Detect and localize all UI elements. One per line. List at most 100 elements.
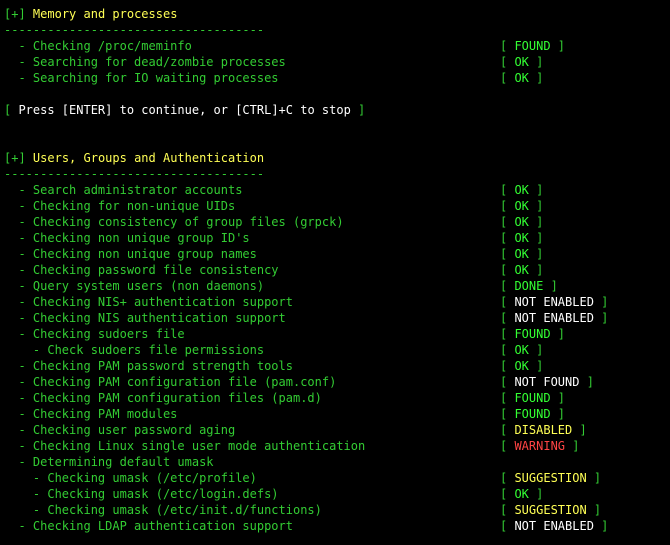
check-row: - Checking umask (/etc/init.d/functions)… [4,502,666,518]
check-status-badge: [ OK ] [500,215,544,229]
check-label: - Checking password file consistency [4,263,279,277]
status-value: OK [514,215,529,229]
prompt-text: Press [ENTER] to continue, or [CTRL]+C t… [11,103,359,117]
check-label: - Checking non unique group names [4,247,257,261]
check-status-badge: [ NOT FOUND ] [500,375,594,389]
check-row: - Checking PAM modules [ FOUND ] [4,406,666,422]
status-value: OK [514,231,529,245]
status-value: NOT FOUND [514,375,580,389]
check-row: - Checking /proc/meminfo [ FOUND ] [4,38,666,54]
section-divider: ------------------------------------ [4,23,265,37]
section-divider: ------------------------------------ [4,167,265,181]
check-status-badge: [ OK ] [500,343,544,357]
check-row: - Checking for non-unique UIDs [ OK ] [4,198,666,214]
check-label: - Checking umask (/etc/init.d/functions) [4,503,322,517]
check-label: - Checking Linux single user mode authen… [4,439,366,453]
check-status-badge: [ NOT ENABLED ] [500,311,609,325]
status-value: FOUND [514,39,551,53]
check-row: - Searching for dead/zombie processes [ O… [4,54,666,70]
check-status-badge: [ FOUND ] [500,391,566,405]
check-label: - Checking PAM password strength tools [4,359,293,373]
check-label: - Search administrator accounts [4,183,243,197]
check-label: - Checking umask (/etc/profile) [4,471,257,485]
section-title-memory: [+] Memory and processes [4,6,666,22]
check-row: - Query system users (non daemons) [ DONE… [4,278,666,294]
status-value: SUGGESTION [514,471,587,485]
check-label: - Checking user password aging [4,423,236,437]
check-status-badge: [ OK ] [500,247,544,261]
check-label: - Checking for non-unique UIDs [4,199,236,213]
check-row: - Checking PAM configuration file (pam.c… [4,374,666,390]
section-title-text: Memory and processes [32,7,178,21]
check-row: - Checking NIS authentication support [ N… [4,310,666,326]
check-row: - Checking user password aging [ DISABLED… [4,422,666,438]
check-label: - Checking sudoers file [4,327,185,341]
status-value: FOUND [514,327,551,341]
status-value: FOUND [514,391,551,405]
check-label: - Checking consistency of group files (g… [4,215,344,229]
check-status-badge: [ OK ] [500,71,544,85]
status-value: NOT ENABLED [514,295,594,309]
check-row: - Check sudoers file permissions [ OK ] [4,342,666,358]
check-status-badge: [ FOUND ] [500,407,566,421]
check-row: - Checking PAM configuration files (pam.… [4,390,666,406]
status-value: OK [514,359,529,373]
status-value: FOUND [514,407,551,421]
check-row: - Checking non unique group names [ OK ] [4,246,666,262]
check-status-badge: [ OK ] [500,55,544,69]
check-label: - Checking non unique group ID's [4,231,250,245]
check-label: - Checking NIS authentication support [4,311,286,325]
check-row: - Checking NIS+ authentication support [ … [4,294,666,310]
check-row: - Searching for IO waiting processes [ OK… [4,70,666,86]
check-row: - Checking sudoers file [ FOUND ] [4,326,666,342]
check-label: - Checking PAM configuration files (pam.… [4,391,322,405]
status-value: OK [514,55,529,69]
check-label: - Checking LDAP authentication support [4,519,293,533]
check-status-badge: [ DISABLED ] [500,423,587,437]
check-status-badge: [ NOT ENABLED ] [500,295,609,309]
check-row: - Checking umask (/etc/profile) [ SUGGEST… [4,470,666,486]
status-value: OK [514,199,529,213]
check-status-badge: [ DONE ] [500,279,558,293]
status-value: DISABLED [514,423,573,437]
check-label: - Checking PAM configuration file (pam.c… [4,375,337,389]
status-value: OK [514,263,529,277]
check-row: - Determining default umask [4,454,666,470]
check-row: - Checking Linux single user mode authen… [4,438,666,454]
check-row: - Checking non unique group ID's [ OK ] [4,230,666,246]
check-label: - Checking NIS+ authentication support [4,295,293,309]
status-value: WARNING [514,439,566,453]
check-status-badge: [ FOUND ] [500,39,566,53]
check-label: - Searching for IO waiting processes [4,71,279,85]
check-status-badge: [ OK ] [500,199,544,213]
check-status-badge: [ OK ] [500,183,544,197]
check-status-badge: [ FOUND ] [500,327,566,341]
check-list-users: - Search administrator accounts [ OK ] - … [4,182,666,534]
check-label: - Checking umask (/etc/login.defs) [4,487,279,501]
check-status-badge: [ OK ] [500,231,544,245]
check-status-badge: [ OK ] [500,487,544,501]
check-label: - Checking /proc/meminfo [4,39,192,53]
check-row: - Checking PAM password strength tools [ … [4,358,666,374]
check-label: - Determining default umask [4,455,214,469]
check-list-memory: - Checking /proc/meminfo [ FOUND ] - Sear… [4,38,666,86]
section-title-users: [+] Users, Groups and Authentication [4,150,666,166]
check-status-badge: [ OK ] [500,263,544,277]
status-value: SUGGESTION [514,503,587,517]
check-status-badge: [ SUGGESTION ] [500,503,602,517]
check-label: - Searching for dead/zombie processes [4,55,286,69]
check-label: - Check sudoers file permissions [4,343,265,357]
status-value: OK [514,487,529,501]
check-row: - Checking consistency of group files (g… [4,214,666,230]
continue-prompt[interactable]: [ Press [ENTER] to continue, or [CTRL]+C… [4,102,666,118]
check-row: - Checking LDAP authentication support [ … [4,518,666,534]
status-value: NOT ENABLED [514,311,594,325]
check-row: - Checking umask (/etc/login.defs) [ OK ] [4,486,666,502]
status-value: NOT ENABLED [514,519,594,533]
section-prefix: [+] [4,7,26,21]
check-row: - Checking password file consistency [ OK… [4,262,666,278]
check-row: - Search administrator accounts [ OK ] [4,182,666,198]
status-value: OK [514,183,529,197]
